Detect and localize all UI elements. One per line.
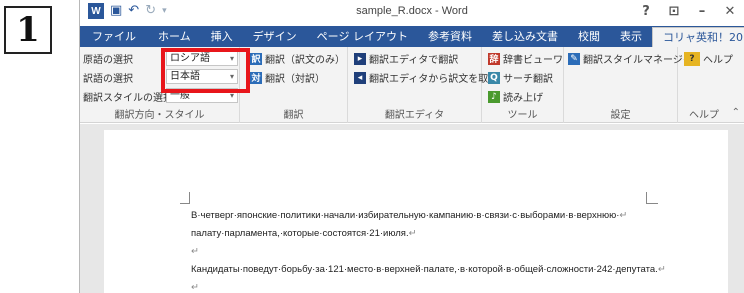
tab-insert[interactable]: 挿入 [201, 26, 243, 47]
read-aloud-label: 読み上げ [503, 93, 543, 104]
translation-style-select[interactable]: 一般 ▾ [166, 88, 238, 103]
translate-in-editor-label: 翻訳エディタで翻訳 [369, 55, 459, 66]
ribbon: 原語の選択 訳語の選択 翻訳スタイルの選択 ロシア語 ▾ 日本語 ▾ 一般 ▾ … [80, 47, 744, 123]
translate-in-editor-button[interactable]: ▸ 翻訳エディタで翻訳 [354, 51, 458, 66]
dictionary-viewer-label: 辞書ビューワ [503, 55, 563, 66]
parallel-translate-icon: 対 [250, 71, 262, 84]
margin-corner-right [646, 192, 658, 204]
help-question-icon[interactable]: ? [632, 2, 660, 22]
translate-only-label: 翻訳（訳文のみ） [265, 55, 345, 66]
style-manager-label: 翻訳スタイルマネージャ [583, 55, 693, 66]
help-group: ? ヘルプ ヘルプ [678, 47, 733, 123]
editor-translate-icon: ▸ [354, 52, 366, 65]
title-bar: W ▣ ↶ ↻ ▾ sample_R.docx - Word ? ⊡ – ✕ [80, 0, 744, 26]
empty-paragraph-2: ↵ [191, 282, 199, 293]
editor-import-icon: ◂ [354, 71, 366, 84]
target-language-value: 日本語 [170, 71, 200, 82]
translate-parallel-label: 翻訳（対訳） [265, 74, 325, 85]
source-language-value: ロシア語 [170, 53, 210, 64]
direction-style-group: 原語の選択 訳語の選択 翻訳スタイルの選択 ロシア語 ▾ 日本語 ▾ 一般 ▾ … [80, 47, 240, 123]
help-group-label: ヘルプ [689, 110, 719, 121]
document-area: В·четверг·японские·политики·начали·избир… [80, 124, 744, 293]
paragraph-mark: ↵ [191, 282, 199, 293]
paragraph-mark: ↵ [408, 228, 417, 239]
translation-style-value: 一般 [170, 90, 190, 101]
paragraph-2-text: Кандидаты·поведут·борьбу·за·121·место·в·… [191, 264, 658, 275]
target-language-select[interactable]: 日本語 ▾ [166, 69, 238, 84]
speaker-icon: ♪ [488, 90, 500, 103]
style-manager-icon: ✎ [568, 52, 580, 65]
paragraph-line-1: В·четверг·японские·политики·начали·избир… [191, 210, 627, 221]
translate-group-label: 翻訳 [283, 110, 304, 121]
step-number-badge: 1 [4, 6, 52, 54]
window-controls: ? ⊡ – ✕ [632, 2, 744, 22]
document-page[interactable]: В·четверг·японские·политики·начали·избир… [104, 130, 728, 293]
minimize-icon[interactable]: – [688, 2, 716, 22]
collapse-ribbon-icon[interactable]: ⌃ [732, 107, 740, 118]
search-icon: Q [488, 71, 500, 84]
tab-file[interactable]: ファイル [80, 26, 148, 47]
translate-icon: 訳 [250, 52, 262, 65]
tools-group-label: ツール [507, 110, 538, 121]
paragraph-1-text-a: В·четверг·японские·политики·начали·избир… [191, 210, 620, 221]
help-label: ヘルプ [703, 55, 733, 66]
translation-style-label: 翻訳スタイルの選択 [83, 93, 173, 104]
tab-page-layout[interactable]: ページ レイアウト [307, 26, 418, 47]
source-language-label: 原語の選択 [83, 55, 133, 66]
dictionary-icon: 辞 [488, 52, 500, 65]
empty-paragraph-1: ↵ [191, 246, 199, 257]
help-button[interactable]: ? ヘルプ [684, 51, 733, 66]
chevron-down-icon: ▾ [229, 91, 234, 100]
close-icon[interactable]: ✕ [716, 2, 744, 22]
chevron-down-icon: ▾ [229, 54, 234, 63]
ribbon-display-options-icon[interactable]: ⊡ [660, 2, 688, 22]
paragraph-mark: ↵ [619, 210, 628, 221]
tab-view[interactable]: 表示 [610, 26, 652, 47]
chevron-down-icon: ▾ [229, 72, 234, 81]
style-manager-button[interactable]: ✎ 翻訳スタイルマネージャ [568, 51, 692, 66]
direction-style-group-label: 翻訳方向・スタイル [114, 110, 205, 121]
search-translate-button[interactable]: Q サーチ翻訳 [488, 70, 553, 85]
tab-korya-eiwa[interactable]: コリャ英和！2014 [651, 27, 744, 47]
paragraph-1-text-b: палату·парламента,·которые·состоятся·21·… [191, 228, 409, 239]
tab-references[interactable]: 参考資料 [418, 26, 482, 47]
paragraph-mark: ↵ [657, 264, 666, 275]
translate-only-button[interactable]: 訳 翻訳（訳文のみ） [250, 51, 345, 66]
tab-design[interactable]: デザイン [243, 26, 307, 47]
search-translate-label: サーチ翻訳 [503, 74, 553, 85]
tab-home[interactable]: ホーム [148, 26, 201, 47]
tab-mailings[interactable]: 差し込み文書 [482, 26, 568, 47]
get-from-editor-label: 翻訳エディタから訳文を取得 [369, 74, 499, 85]
paragraph-mark: ↵ [191, 246, 199, 257]
dictionary-viewer-button[interactable]: 辞 辞書ビューワ [488, 51, 563, 66]
get-from-editor-button[interactable]: ◂ 翻訳エディタから訳文を取得 [354, 70, 498, 85]
ribbon-tabs: ファイル ホーム 挿入 デザイン ページ レイアウト 参考資料 差し込み文書 校… [80, 26, 744, 47]
margin-corner-left [180, 192, 190, 204]
target-language-label: 訳語の選択 [83, 74, 133, 85]
settings-group-label: 設定 [610, 110, 631, 121]
translate-parallel-button[interactable]: 対 翻訳（対訳） [250, 70, 325, 85]
translation-editor-group: ▸ 翻訳エディタで翻訳 ◂ 翻訳エディタから訳文を取得 翻訳エディタ [348, 47, 498, 123]
paragraph-line-2: палату·парламента,·которые·состоятся·21·… [191, 228, 417, 239]
settings-group: ✎ 翻訳スタイルマネージャ 設定 [564, 47, 692, 123]
translation-editor-group-label: 翻訳エディタ [384, 110, 445, 121]
paragraph-line-3: Кандидаты·поведут·борьбу·за·121·место·в·… [191, 264, 666, 275]
translate-group: 訳 翻訳（訳文のみ） 対 翻訳（対訳） 翻訳 [240, 47, 348, 123]
source-language-select[interactable]: ロシア語 ▾ [166, 51, 238, 66]
help-icon: ? [684, 51, 700, 66]
tab-review[interactable]: 校閲 [568, 26, 610, 47]
word-window: W ▣ ↶ ↻ ▾ sample_R.docx - Word ? ⊡ – ✕ フ… [79, 0, 744, 293]
read-aloud-button[interactable]: ♪ 読み上げ [488, 89, 543, 104]
tools-group: 辞 辞書ビューワ Q サーチ翻訳 ♪ 読み上げ ツール [482, 47, 564, 123]
